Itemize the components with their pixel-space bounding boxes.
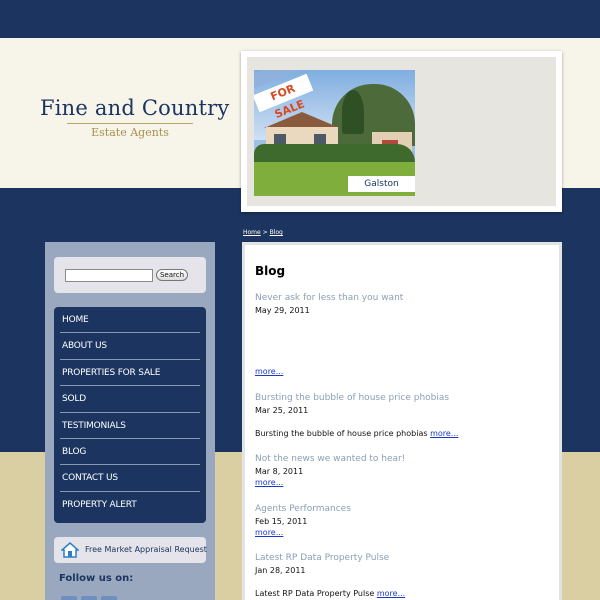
logo-tagline: Estate Agents [91, 126, 169, 139]
follow-us-label: Follow us on: [59, 573, 134, 584]
blog-post: Not the news we wanted to hear! Mar 8, 2… [255, 454, 545, 487]
post-excerpt: more... [255, 528, 283, 537]
nav-item-about-us[interactable]: ABOUT US [60, 333, 200, 360]
post-date: May 29, 2011 [255, 306, 310, 315]
post-title-link[interactable]: Latest RP Data Property Pulse [255, 553, 545, 563]
breadcrumb: Home > Blog [243, 229, 283, 236]
nav-item-sold[interactable]: SOLD [60, 386, 200, 413]
nav-item-properties-for-sale[interactable]: PROPERTIES FOR SALE [60, 360, 200, 387]
post-excerpt-text: Latest RP Data Property Pulse [255, 589, 375, 598]
twitter-icon[interactable] [81, 596, 97, 600]
featured-property: FOR SALE Galston [241, 51, 562, 212]
post-excerpt: Latest RP Data Property Pulse more... [255, 589, 405, 598]
nav-item-contact-us[interactable]: CONTACT US [60, 465, 200, 492]
post-date: Mar 25, 2011 [255, 406, 309, 415]
blog-post: Bursting the bubble of house price phobi… [255, 393, 545, 438]
appraisal-request-button[interactable]: Free Market Appraisal Request [54, 537, 207, 563]
post-title-link[interactable]: Not the news we wanted to hear! [255, 454, 545, 464]
page-title: Blog [255, 264, 286, 278]
facebook-icon[interactable] [61, 596, 77, 600]
breadcrumb-current-link[interactable]: Blog [270, 229, 283, 236]
search-input[interactable] [65, 269, 153, 282]
nav-item-property-alert[interactable]: PROPERTY ALERT [60, 492, 200, 518]
nav-item-home[interactable]: HOME [60, 307, 200, 334]
linkedin-icon[interactable] [101, 596, 117, 600]
post-title-link[interactable]: Bursting the bubble of house price phobi… [255, 393, 545, 403]
post-title-link[interactable]: Agents Performances [255, 504, 545, 514]
blog-post: Agents Performances Feb 15, 2011 more... [255, 504, 545, 537]
featured-property-panel: FOR SALE Galston [247, 57, 556, 206]
nav-item-testimonials[interactable]: TESTIMONIALS [60, 413, 200, 439]
main-content: Blog Never ask for less than you want Ma… [242, 242, 562, 600]
sidebar: Search HOME ABOUT US PROPERTIES FOR SALE… [45, 242, 215, 600]
post-date: Feb 15, 2011 [255, 517, 308, 526]
photo-palm [342, 90, 364, 134]
appraisal-label: Free Market Appraisal Request [85, 545, 207, 554]
post-excerpt: Bursting the bubble of house price phobi… [255, 429, 458, 438]
search-box: Search [54, 257, 206, 293]
search-button[interactable]: Search [156, 269, 188, 281]
blog-post: Latest RP Data Property Pulse Jan 28, 20… [255, 553, 545, 598]
logo-divider [67, 123, 193, 124]
post-excerpt: more... [255, 478, 283, 487]
breadcrumb-separator: > [262, 229, 268, 236]
post-date: Jan 28, 2011 [255, 566, 306, 575]
post-date: Mar 8, 2011 [255, 467, 304, 476]
site-logo[interactable]: Fine and Country Estate Agents [40, 96, 230, 139]
blog-post: Never ask for less than you want May 29,… [255, 293, 545, 376]
main-nav: HOME ABOUT US PROPERTIES FOR SALE SOLD T… [54, 307, 206, 523]
nav-item-blog[interactable]: BLOG [60, 439, 200, 466]
breadcrumb-home-link[interactable]: Home [243, 229, 261, 236]
more-link[interactable]: more... [377, 589, 405, 598]
featured-property-photo[interactable]: FOR SALE Galston [254, 70, 415, 196]
more-link[interactable]: more... [255, 478, 283, 487]
more-link[interactable]: more... [255, 367, 283, 376]
post-excerpt: more... [255, 367, 283, 376]
house-icon [61, 542, 79, 558]
top-band [0, 0, 600, 38]
more-link[interactable]: more... [255, 528, 283, 537]
logo-name: Fine and Country [40, 96, 230, 120]
more-link[interactable]: more... [430, 429, 458, 438]
property-caption[interactable]: Galston [348, 176, 415, 192]
post-title-link[interactable]: Never ask for less than you want [255, 293, 545, 303]
post-excerpt-text: Bursting the bubble of house price phobi… [255, 429, 428, 438]
